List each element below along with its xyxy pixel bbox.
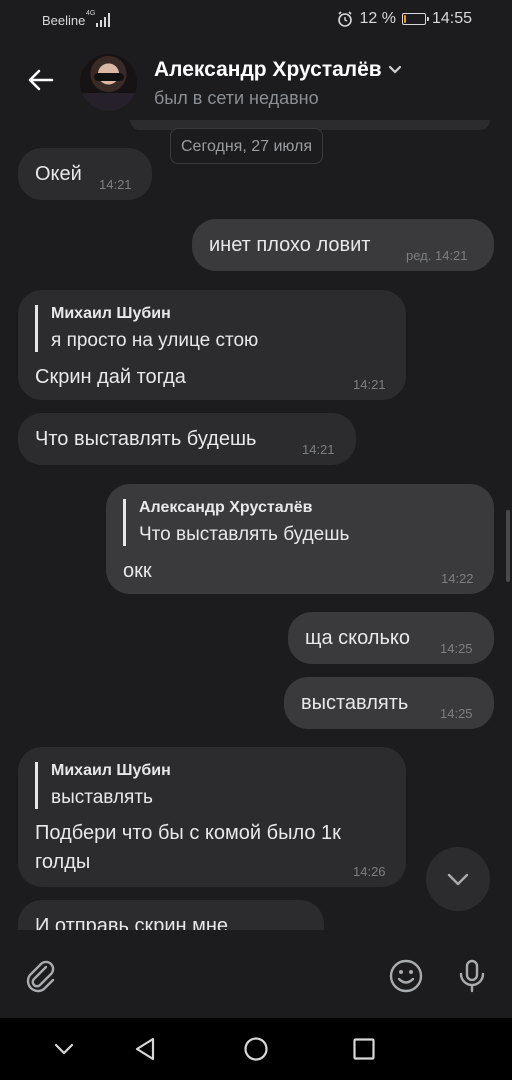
- contact-name-button[interactable]: Александр Хрусталёв: [154, 58, 402, 82]
- avatar[interactable]: [80, 54, 137, 111]
- reply-quote[interactable]: Михаил Шубин я просто на улице стою: [35, 305, 258, 352]
- reply-author: Михаил Шубин: [51, 305, 171, 322]
- chat-header: Александр Хрусталёв был в сети недавно: [0, 44, 512, 120]
- message-time: 14:25: [440, 706, 473, 721]
- scrollbar[interactable]: [506, 510, 510, 582]
- message-text: Скрин дай тогда: [35, 366, 186, 388]
- message-bubble-outgoing[interactable]: инет плохо ловит ред. 14:21: [192, 219, 494, 271]
- reply-author: Александр Хрусталёв: [139, 499, 313, 516]
- message-bubble-outgoing[interactable]: Александр Хрусталёв Что выставлять будеш…: [106, 484, 494, 594]
- contact-status: был в сети недавно: [154, 88, 319, 108]
- message-time: 14:21: [99, 177, 132, 192]
- message-bubble-incoming[interactable]: Михаил Шубин я просто на улице стою Скри…: [18, 290, 406, 400]
- message-time: ред. 14:21: [406, 248, 468, 263]
- message-bubble-incoming[interactable]: Михаил Шубин выставлять Подбери что бы с…: [18, 747, 406, 887]
- message-list[interactable]: Сегодня, 27 июля Окей 14:21 инет плохо л…: [0, 120, 512, 930]
- message-text: ща сколько: [305, 627, 410, 649]
- message-input[interactable]: [80, 952, 374, 1000]
- message-text: окк: [123, 560, 152, 582]
- message-time: 14:22: [441, 571, 474, 586]
- date-separator: Сегодня, 27 июля: [170, 128, 324, 164]
- message-text-line: Подбери что бы с комой было 1к: [35, 822, 341, 844]
- microphone-icon[interactable]: [454, 958, 490, 994]
- alarm-icon: [338, 11, 353, 27]
- carrier-label: Beeline: [42, 13, 86, 28]
- message-bubble-outgoing[interactable]: выставлять 14:25: [284, 677, 494, 729]
- message-text: Окей: [35, 163, 82, 185]
- signal-icon: [96, 13, 110, 27]
- clock-label: 14:55: [431, 10, 472, 27]
- circle-home-icon[interactable]: [243, 1036, 269, 1062]
- chevron-down-icon: [447, 873, 469, 886]
- battery-level-fill: [403, 15, 406, 23]
- reply-text: выставлять: [51, 787, 153, 808]
- message-bubble-incoming[interactable]: И отправь скрин мне: [18, 900, 324, 930]
- chevron-down-icon[interactable]: [51, 1036, 77, 1062]
- message-composer: [0, 930, 512, 1018]
- message-bubble-incoming[interactable]: Что выставлять будешь 14:21: [18, 413, 356, 465]
- message-text-line: голды: [35, 851, 91, 873]
- reply-text: я просто на улице стою: [51, 330, 259, 351]
- paperclip-icon[interactable]: [22, 958, 58, 994]
- reply-quote[interactable]: Михаил Шубин выставлять: [35, 762, 171, 809]
- message-text: инет плохо ловит: [209, 234, 371, 256]
- system-navigation-bar: [0, 1018, 512, 1080]
- triangle-back-icon[interactable]: [133, 1036, 159, 1062]
- network-type-label: 4G: [86, 10, 96, 17]
- message-text: Что выставлять будешь: [35, 428, 257, 450]
- message-text: И отправь скрин мне: [35, 915, 229, 930]
- message-time: 14:26: [353, 864, 386, 879]
- message-text: выставлять: [301, 692, 409, 714]
- square-recents-icon[interactable]: [351, 1036, 377, 1062]
- message-time: 14:21: [353, 377, 386, 392]
- scroll-to-bottom-button[interactable]: [426, 847, 490, 911]
- battery-percent-label: 12 %: [359, 10, 396, 27]
- reply-author: Михаил Шубин: [51, 762, 171, 779]
- battery-icon: [401, 13, 429, 25]
- smiley-icon[interactable]: [388, 958, 424, 994]
- message-bubble-incoming[interactable]: Окей 14:21: [18, 148, 152, 200]
- contact-name: Александр Хрусталёв: [154, 58, 382, 81]
- chevron-down-icon: [388, 66, 401, 75]
- arrow-left-icon[interactable]: [20, 60, 60, 100]
- message-time: 14:25: [440, 641, 473, 656]
- status-bar: Beeline 4G 12 % 14:55: [0, 0, 512, 44]
- message-bubble-outgoing[interactable]: ща сколько 14:25: [288, 612, 494, 664]
- reply-quote[interactable]: Александр Хрусталёв Что выставлять будеш…: [123, 499, 349, 546]
- message-time: 14:21: [302, 442, 335, 457]
- reply-text: Что выставлять будешь: [139, 524, 350, 545]
